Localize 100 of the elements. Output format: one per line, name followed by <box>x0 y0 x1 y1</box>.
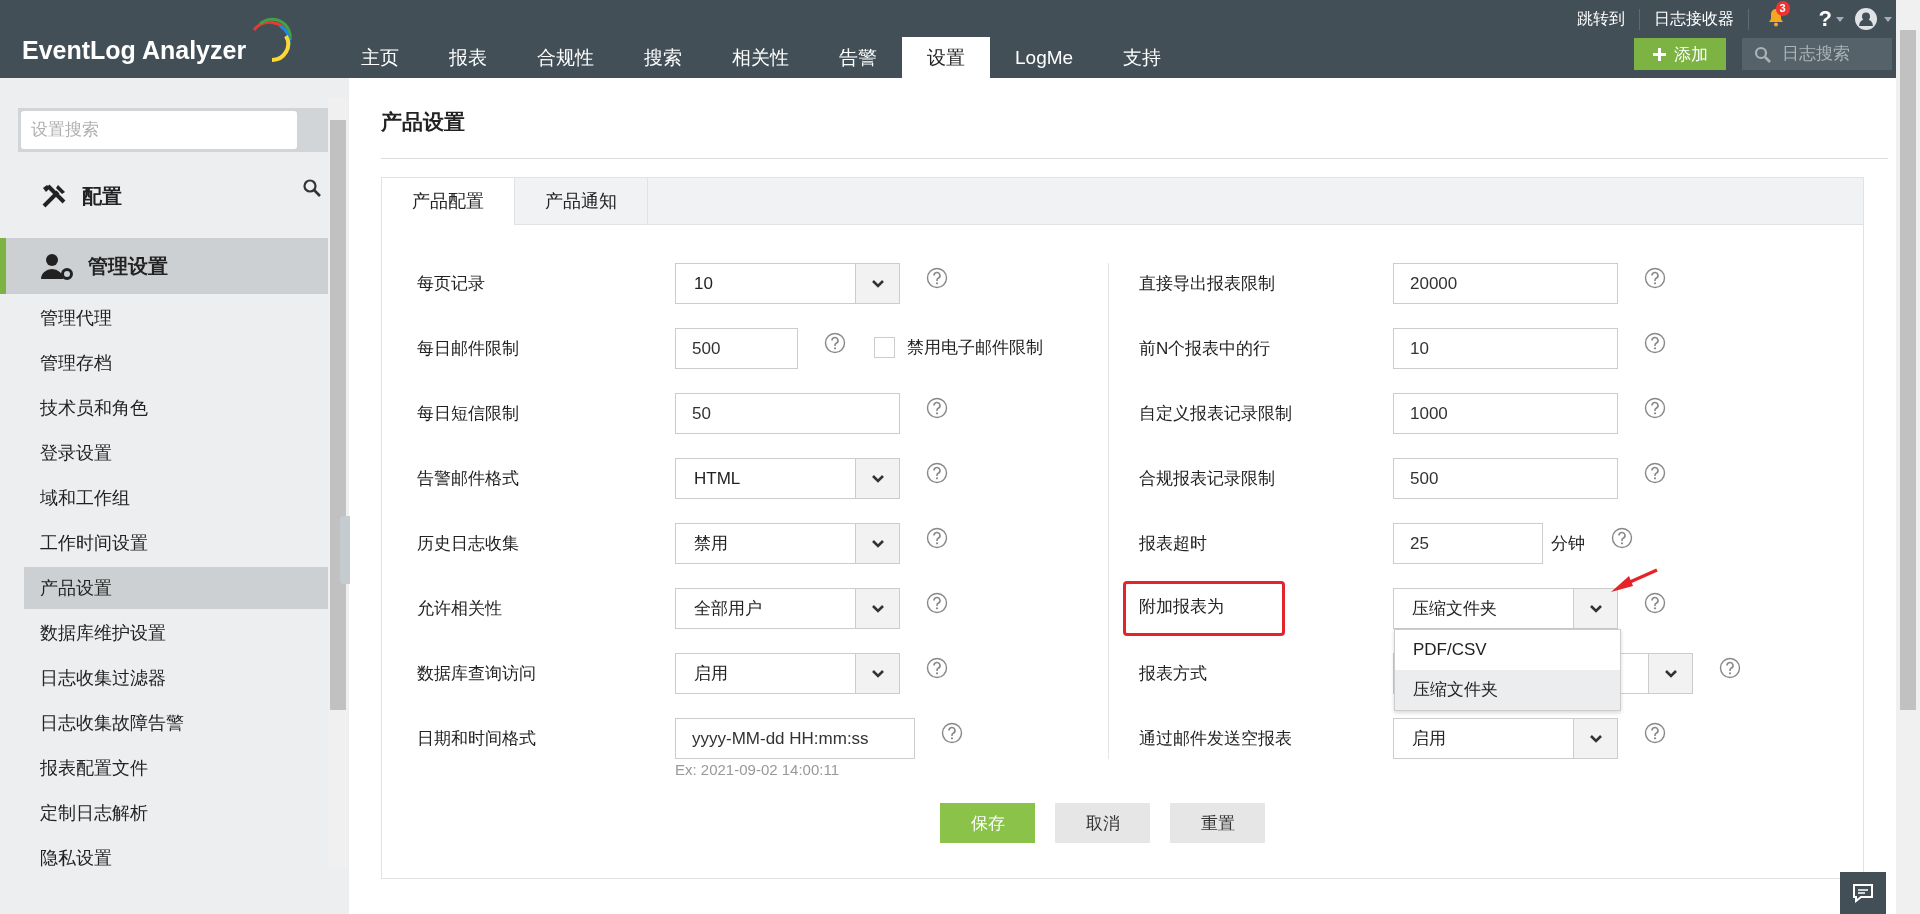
user-avatar-icon[interactable] <box>1854 7 1878 31</box>
scrollbar-thumb[interactable] <box>1900 30 1916 710</box>
chevron-down-icon <box>870 604 885 613</box>
sidebar-item[interactable]: 日志收集过滤器 <box>24 657 328 699</box>
select-field[interactable]: HTML <box>675 458 900 499</box>
help-icon[interactable] <box>824 332 846 354</box>
nav-tab[interactable]: 合规性 <box>512 37 619 78</box>
nav-tab[interactable]: 设置 <box>902 37 990 78</box>
nav-tab[interactable]: 告警 <box>814 37 902 78</box>
help-icon[interactable] <box>1719 657 1741 679</box>
sidebar-item[interactable]: 管理代理 <box>24 297 328 339</box>
scrollbar-thumb[interactable] <box>330 120 346 710</box>
chevron-down-icon <box>870 539 885 548</box>
sidebar-item[interactable]: 登录设置 <box>24 432 328 474</box>
checkbox[interactable] <box>874 337 895 358</box>
nav-tab[interactable]: 主页 <box>336 37 424 78</box>
chevron-down-icon <box>870 474 885 483</box>
caret-icon <box>1884 16 1892 22</box>
settings-tab[interactable]: 产品通知 <box>515 178 648 224</box>
select-field[interactable]: 10 <box>675 263 900 304</box>
help-icon[interactable] <box>1644 462 1666 484</box>
plus-icon <box>1652 47 1666 61</box>
dropdown-option[interactable]: 压缩文件夹 <box>1395 670 1620 710</box>
sidebar-item[interactable]: 产品设置 <box>24 567 328 609</box>
tools-icon <box>40 182 68 210</box>
help-menu[interactable]: ? <box>1802 6 1836 32</box>
select-field[interactable]: 禁用 <box>675 523 900 564</box>
nav-tab[interactable]: 支持 <box>1098 37 1187 78</box>
help-icon[interactable] <box>941 722 963 744</box>
header-link[interactable]: 跳转到 <box>1562 8 1640 30</box>
text-field[interactable]: 1000 <box>1393 393 1618 434</box>
text-field[interactable]: 50 <box>675 393 900 434</box>
sidebar-item[interactable]: 管理存档 <box>24 342 328 384</box>
help-icon[interactable] <box>1644 267 1666 289</box>
help-icon[interactable] <box>926 267 948 289</box>
search-icon <box>1754 46 1771 63</box>
text-field[interactable]: 25 <box>1393 523 1543 564</box>
settings-tab[interactable]: 产品配置 <box>382 178 515 225</box>
caret-icon <box>1836 16 1844 22</box>
help-icon[interactable] <box>1644 397 1666 419</box>
checkbox-label: 禁用电子邮件限制 <box>907 337 1043 359</box>
field-label: 报表方式 <box>1139 663 1208 685</box>
text-field[interactable]: yyyy-MM-dd HH:mm:ss <box>675 718 915 759</box>
logo-swoosh-icon <box>250 16 294 62</box>
help-icon[interactable] <box>1644 332 1666 354</box>
field-label: 允许相关性 <box>417 598 503 620</box>
nav-tab[interactable]: 相关性 <box>707 37 814 78</box>
field-label: 历史日志收集 <box>417 533 520 555</box>
sidebar-section[interactable]: 配置 <box>0 168 328 224</box>
help-icon[interactable] <box>926 592 948 614</box>
help-icon[interactable] <box>926 462 948 484</box>
text-field[interactable]: 500 <box>675 328 798 369</box>
dropdown-option[interactable]: PDF/CSV <box>1395 630 1620 670</box>
nav-tab[interactable]: 报表 <box>424 37 512 78</box>
chat-icon <box>1852 883 1874 903</box>
select-field[interactable]: 启用 <box>1393 718 1618 759</box>
sidebar-item[interactable]: 隐私设置 <box>24 837 328 879</box>
chat-button[interactable] <box>1840 872 1886 914</box>
nav-tab[interactable]: LogMe <box>990 37 1099 78</box>
field-label: 通过邮件发送空报表 <box>1139 728 1293 750</box>
help-icon[interactable] <box>926 527 948 549</box>
field-label: 每日邮件限制 <box>417 338 520 360</box>
action-button[interactable]: 取消 <box>1055 803 1150 843</box>
sidebar-item[interactable]: 报表配置文件 <box>24 747 328 789</box>
search-icon[interactable] <box>302 178 322 198</box>
chevron-down-icon <box>870 279 885 288</box>
field-label: 每日短信限制 <box>417 403 520 425</box>
page-title: 产品设置 <box>381 78 1888 159</box>
log-search-field[interactable]: 日志搜索 <box>1742 38 1892 70</box>
help-icon[interactable] <box>1611 527 1633 549</box>
field-label: 合规报表记录限制 <box>1139 468 1276 490</box>
text-field[interactable]: 500 <box>1393 458 1618 499</box>
format-hint: Ex: 2021-09-02 14:00:11 <box>675 761 840 778</box>
sidebar-item[interactable]: 域和工作组 <box>24 477 328 519</box>
user-gear-icon <box>40 252 74 280</box>
collapse-handle[interactable] <box>340 516 350 584</box>
sidebar-item[interactable]: 技术员和角色 <box>24 387 328 429</box>
select-field[interactable]: 全部用户 <box>675 588 900 629</box>
select-field[interactable]: 启用 <box>675 653 900 694</box>
sidebar-item[interactable]: 定制日志解析 <box>24 792 328 834</box>
help-icon[interactable] <box>926 397 948 419</box>
text-field[interactable]: 10 <box>1393 328 1618 369</box>
help-icon[interactable] <box>1644 722 1666 744</box>
app-logo[interactable]: EventLog Analyzer <box>0 0 336 78</box>
field-label: 直接导出报表限制 <box>1139 273 1276 295</box>
help-icon[interactable] <box>926 657 948 679</box>
settings-search-field[interactable]: 设置搜索 <box>21 111 297 149</box>
sidebar-item[interactable]: 数据库维护设置 <box>24 612 328 654</box>
chevron-down-icon <box>870 669 885 678</box>
sidebar-item[interactable]: 日志收集故障告警 <box>24 702 328 744</box>
field-label: 日期和时间格式 <box>417 728 537 750</box>
action-button[interactable]: 重置 <box>1170 803 1265 843</box>
help-icon[interactable] <box>1644 592 1666 614</box>
chevron-down-icon <box>1588 734 1603 743</box>
sidebar-item[interactable]: 工作时间设置 <box>24 522 328 564</box>
sidebar-section[interactable]: 管理设置 <box>0 238 328 294</box>
text-field[interactable]: 20000 <box>1393 263 1618 304</box>
nav-tab[interactable]: 搜索 <box>619 37 707 78</box>
field-label: 告警邮件格式 <box>417 468 520 490</box>
header-link[interactable]: 日志接收器 <box>1639 8 1749 30</box>
